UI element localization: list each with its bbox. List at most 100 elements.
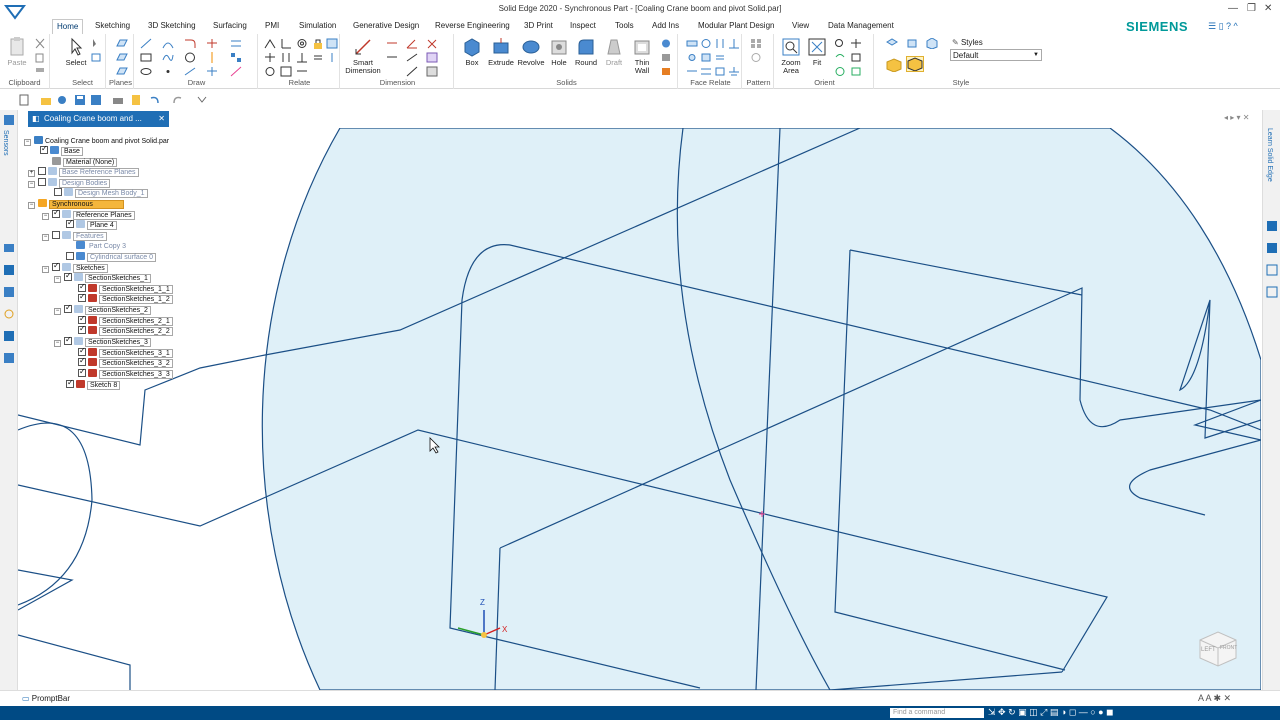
hole-button[interactable]: Hole xyxy=(548,37,570,67)
plane-angle-icon[interactable] xyxy=(116,66,128,77)
box-button[interactable]: Box xyxy=(460,37,484,67)
quickpick-icon[interactable] xyxy=(90,52,102,63)
connect-icon[interactable] xyxy=(264,38,276,49)
plane-normal-icon[interactable] xyxy=(116,52,128,63)
symmetric-icon[interactable] xyxy=(326,52,338,63)
close-document-icon[interactable]: ✕ xyxy=(158,111,165,127)
feature-library-icon[interactable] xyxy=(3,286,15,300)
circle-icon[interactable] xyxy=(184,52,196,63)
concentric-icon[interactable] xyxy=(296,38,308,49)
dimension-style-icon[interactable] xyxy=(426,52,438,63)
point-icon[interactable] xyxy=(162,66,174,77)
rigid-set-icon[interactable] xyxy=(280,66,292,77)
view-orientation-icon[interactable] xyxy=(850,66,862,77)
sensors-tab[interactable]: Sensors xyxy=(2,130,9,156)
save-as-icon[interactable] xyxy=(90,94,102,108)
round-button[interactable]: Round xyxy=(572,37,600,67)
tab-reverse-engineering[interactable]: Reverse Engineering xyxy=(431,19,514,34)
move-icon[interactable] xyxy=(206,66,218,77)
close-icon[interactable]: ✕ xyxy=(1264,3,1272,14)
tree-item-design-mesh-body[interactable]: Design Mesh Body_1 xyxy=(54,188,148,198)
view-top-icon[interactable] xyxy=(886,38,898,49)
mirror-feature-icon[interactable] xyxy=(660,52,672,63)
tab-generative-design[interactable]: Generative Design xyxy=(349,19,423,34)
tab-modular-plant-design[interactable]: Modular Plant Design xyxy=(694,19,778,34)
parallel-icon[interactable] xyxy=(280,52,292,63)
tab-view[interactable]: View xyxy=(788,19,813,34)
tree-item-base-reference-planes[interactable]: + Base Reference Planes xyxy=(28,167,139,177)
coplanar-icon[interactable] xyxy=(686,38,698,49)
fit-button[interactable]: Fit xyxy=(806,37,828,67)
clipboard-panel-icon[interactable] xyxy=(1266,286,1278,300)
sketch-view-icon[interactable] xyxy=(850,52,862,63)
line-icon[interactable] xyxy=(140,38,152,49)
pattern-sketch-icon[interactable] xyxy=(230,52,242,63)
font-size-icon[interactable]: A A ✱ ✕ xyxy=(1198,693,1231,704)
coordinate-dim-icon[interactable] xyxy=(426,38,438,49)
sensors-panel-icon[interactable] xyxy=(3,352,15,366)
tab-3d-print[interactable]: 3D Print xyxy=(520,19,557,34)
tree-item-sectionsketches-3-1[interactable]: SectionSketches_3_1 xyxy=(78,346,173,358)
project-icon[interactable] xyxy=(230,66,242,77)
revolve-button[interactable]: Revolve xyxy=(516,37,546,67)
paste-button[interactable]: Paste xyxy=(4,37,30,67)
customize-qat-icon[interactable] xyxy=(196,94,208,108)
copy-icon[interactable] xyxy=(34,52,46,63)
add-body-icon[interactable] xyxy=(660,66,672,77)
cut-icon[interactable] xyxy=(34,38,46,49)
plane-icon[interactable] xyxy=(116,38,128,49)
circular-pattern-icon[interactable] xyxy=(750,52,762,63)
angular-coordinate-icon[interactable] xyxy=(406,52,418,63)
tangent-face-icon[interactable] xyxy=(686,52,698,63)
shaded-icon[interactable] xyxy=(886,58,902,73)
view-cube-left[interactable]: LEFT xyxy=(1201,647,1216,653)
perpendicular-face-icon[interactable] xyxy=(728,38,740,49)
view-cube[interactable]: LEFT FRONT xyxy=(1196,626,1240,668)
variable-table-icon[interactable] xyxy=(426,66,438,77)
trim-icon[interactable] xyxy=(206,38,218,49)
tree-item-part-copy-3[interactable]: Part Copy 3 xyxy=(66,241,128,251)
angle-between-icon[interactable] xyxy=(406,38,418,49)
perpendicular-icon[interactable] xyxy=(296,52,308,63)
tab-tools[interactable]: Tools xyxy=(611,19,638,34)
maximize-icon[interactable]: ❐ xyxy=(1247,3,1256,14)
lock-icon[interactable] xyxy=(312,38,324,49)
tab-3d-sketching[interactable]: 3D Sketching xyxy=(144,19,200,34)
shaded-with-edges-icon[interactable] xyxy=(906,56,924,72)
tree-item-sectionsketches-1-1[interactable]: SectionSketches_1_1 xyxy=(78,282,173,294)
minimize-icon[interactable]: — xyxy=(1228,3,1238,14)
tree-item-sectionsketches-2[interactable]: −SectionSketches_2 xyxy=(54,303,151,315)
family-of-parts-icon[interactable] xyxy=(3,330,15,344)
arc-icon[interactable] xyxy=(162,38,174,49)
tab-add-ins[interactable]: Add Ins xyxy=(648,19,683,34)
tree-item-features[interactable]: − Features xyxy=(42,231,107,241)
select-button[interactable]: Select xyxy=(62,37,90,67)
tree-item-synchronous[interactable]: − Synchronous xyxy=(28,199,124,209)
horizontal-vertical-icon[interactable] xyxy=(280,38,292,49)
style-select[interactable]: Default ▼ xyxy=(950,49,1042,61)
offset-face-icon[interactable] xyxy=(700,66,712,77)
rotate-icon[interactable] xyxy=(834,52,846,63)
equal-icon[interactable] xyxy=(312,52,324,63)
library-icon[interactable] xyxy=(3,264,15,278)
rectangular-pattern-icon[interactable] xyxy=(750,38,762,49)
zoom-area-button[interactable]: Zoom Area xyxy=(778,37,804,75)
find-command-input[interactable]: Find a command xyxy=(890,708,984,718)
symmetric-face-icon[interactable] xyxy=(700,52,712,63)
tab-simulation[interactable]: Simulation xyxy=(295,19,340,34)
extend-icon[interactable] xyxy=(184,66,196,77)
print-icon[interactable] xyxy=(112,94,124,108)
pathfinder-icon[interactable] xyxy=(3,114,15,128)
tree-item-sectionsketches-1-2[interactable]: SectionSketches_1_2 xyxy=(78,292,173,304)
tree-item-design-bodies[interactable]: − Design Bodies xyxy=(28,178,111,188)
tree-item-plane-4[interactable]: Plane 4 xyxy=(66,218,117,230)
tree-item-sketch-8[interactable]: Sketch 8 xyxy=(66,378,121,390)
tab-surfacing[interactable]: Surfacing xyxy=(209,19,251,34)
recent-icon[interactable] xyxy=(56,94,68,108)
layers-icon[interactable] xyxy=(3,242,15,256)
ellipse-icon[interactable] xyxy=(140,66,152,77)
graphics-window[interactable]: Z X LEFT FRONT xyxy=(18,128,1261,690)
undo-icon[interactable] xyxy=(148,94,160,108)
ground-icon[interactable] xyxy=(728,66,740,77)
help-panel-icon[interactable] xyxy=(1266,220,1278,234)
